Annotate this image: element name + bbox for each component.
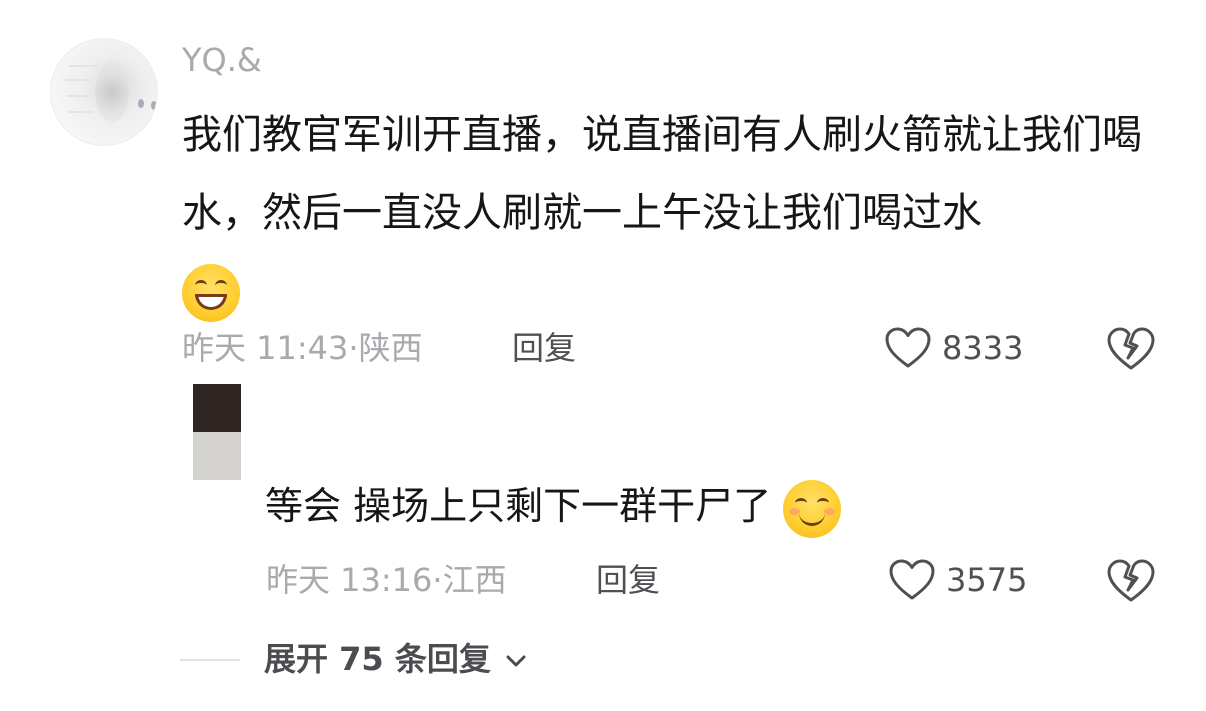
comment-text: 我们教官军训开直播，说直播间有人刷火箭就让我们喝水，然后一直没人刷就一上午没让我… — [182, 96, 1172, 330]
reply-dislike-button[interactable] — [1106, 558, 1156, 608]
reply-like-button[interactable] — [888, 558, 936, 606]
reply-button[interactable]: 回复 — [512, 328, 576, 368]
comment-location: 陕西 — [358, 329, 423, 367]
username[interactable]: YQ.& — [182, 40, 262, 80]
user-avatar[interactable] — [50, 38, 158, 146]
expand-divider — [180, 659, 240, 661]
comment-meta: 昨天 11:43·陕西 — [182, 328, 423, 368]
reply-avatar[interactable] — [193, 384, 241, 480]
reply-text-content: 等会 操场上只剩下一群干尸了 — [265, 484, 772, 528]
reply-meta: 昨天 13:16·江西 — [266, 560, 507, 600]
broken-heart-icon — [1107, 559, 1155, 602]
expand-replies-button[interactable]: 展开 75 条回复 — [264, 638, 528, 680]
smiling-face-icon — [783, 479, 842, 538]
heart-icon — [885, 327, 931, 368]
reply-like-count: 3575 — [946, 561, 1028, 599]
reply-time: 昨天 13:16· — [266, 561, 443, 599]
reply-text: 等会 操场上只剩下一群干尸了 — [265, 474, 842, 538]
dislike-button[interactable] — [1106, 326, 1156, 376]
like-count: 8333 — [942, 329, 1024, 367]
grinning-face-icon — [182, 264, 240, 322]
like-button[interactable] — [884, 326, 932, 374]
comment-text-content: 我们教官军训开直播，说直播间有人刷火箭就让我们喝水，然后一直没人刷就一上午没让我… — [182, 112, 1142, 236]
broken-heart-icon — [1107, 327, 1155, 370]
reply-reply-button[interactable]: 回复 — [596, 560, 660, 600]
reply-location: 江西 — [442, 561, 507, 599]
expand-replies-label: 展开 75 条回复 — [264, 640, 491, 678]
chevron-down-icon — [506, 655, 526, 667]
comment-time: 昨天 11:43· — [182, 329, 359, 367]
heart-icon — [889, 559, 935, 600]
